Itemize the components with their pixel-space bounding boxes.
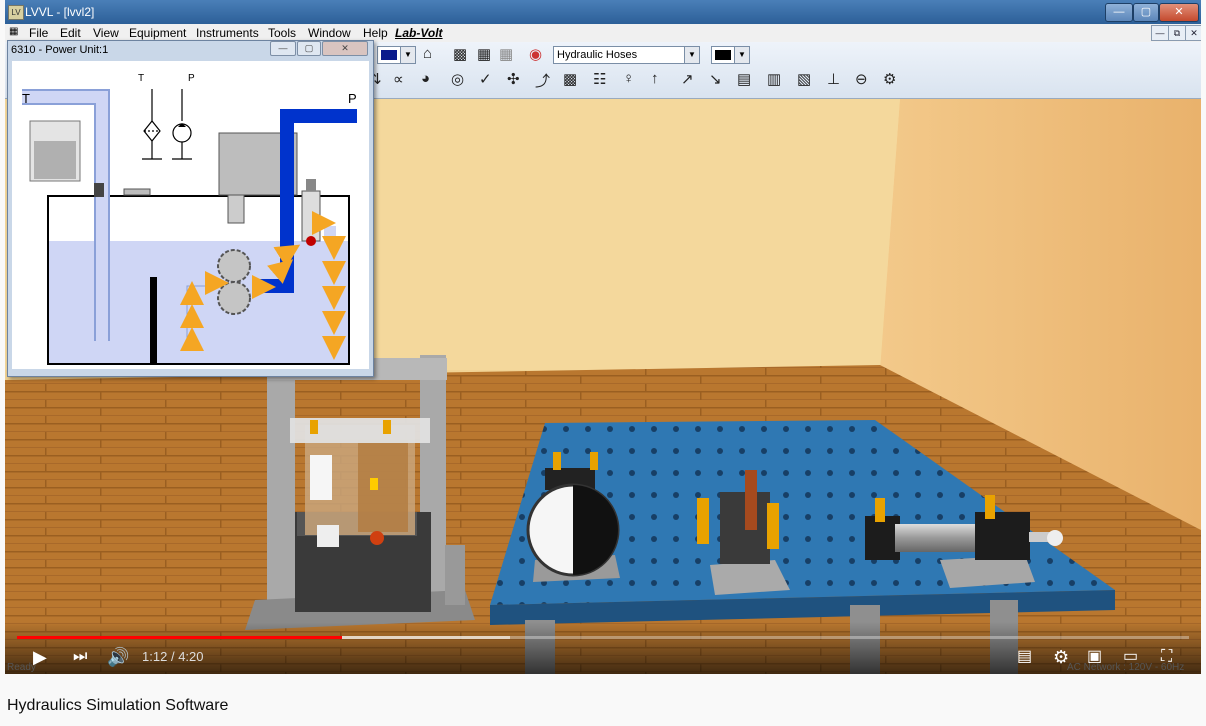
tank-symbol-label: T (138, 73, 145, 84)
check-valve-symbol-icon[interactable]: ⤴ (535, 70, 550, 91)
volume-icon[interactable]: 🔊 (107, 647, 129, 667)
menu-instruments[interactable]: Instruments (196, 26, 259, 40)
fill-color-picker[interactable]: ▼ (377, 46, 416, 64)
manifold-symbol-icon[interactable]: ☷ (593, 70, 606, 88)
person-symbol-icon[interactable]: ♀ (623, 70, 634, 87)
grid-icon[interactable]: ▦ (477, 45, 491, 63)
chevron-down-icon: ▼ (734, 47, 749, 63)
power-unit-diagram: T P T P (12, 61, 369, 369)
app-icon: LV (8, 5, 24, 20)
next-icon[interactable]: ⏭ (73, 647, 87, 667)
filter-symbol-icon[interactable]: ✓ (479, 70, 492, 88)
menu-equipment[interactable]: Equipment (129, 26, 186, 40)
current-time: 1:12 (142, 649, 168, 664)
tank-port-label: T (22, 91, 30, 106)
subtitles-icon[interactable]: ▤ (1017, 647, 1032, 667)
grid-disabled-icon[interactable]: ▦ (499, 45, 513, 63)
chevron-down-icon: ▼ (400, 47, 415, 63)
motor-symbol-icon[interactable]: ∝ (393, 70, 404, 88)
line-color-picker[interactable]: ▼ (711, 46, 750, 64)
close-button[interactable]: ✕ (1159, 3, 1199, 22)
accumulator-symbol-icon[interactable]: ▩ (563, 70, 577, 88)
time-display: 1:12 / 4:20 (142, 649, 204, 664)
power-unit-title: 6310 - Power Unit:1 (11, 44, 109, 56)
component-selector-value: Hydraulic Hoses (557, 49, 638, 61)
monitor-icon[interactable]: ▩ (453, 45, 467, 63)
mdi-close-button[interactable]: ✕ (1185, 25, 1201, 41)
app-title-bar: LV LVVL - [lvvl2] — ▢ ✕ (5, 0, 1201, 24)
menu-file[interactable]: File (29, 26, 48, 40)
tee-symbol-icon[interactable]: ✣ (507, 70, 520, 88)
maximize-button[interactable]: ▢ (1133, 3, 1159, 22)
power-unit-close-button[interactable]: ✕ (322, 41, 368, 56)
flowmeter-symbol-icon[interactable]: ◎ (451, 70, 464, 88)
pressure-port-label: P (348, 91, 357, 106)
power-unit-maximize-button[interactable]: ▢ (297, 41, 321, 56)
ground-symbol-icon[interactable]: ⊥ (827, 70, 840, 88)
fullscreen-icon[interactable]: ⛶ (1161, 647, 1172, 667)
minimize-button[interactable]: — (1105, 3, 1133, 22)
cylinder-symbol-icon[interactable]: ⚙ (883, 70, 896, 88)
power-unit-window[interactable]: 6310 - Power Unit:1 — ▢ ✕ T P T P (7, 40, 374, 377)
video-title: Hydraulics Simulation Software (7, 697, 229, 714)
menu-help[interactable]: Help (363, 26, 388, 40)
power-unit-minimize-button[interactable]: — (270, 41, 296, 56)
settings-gear-icon[interactable]: ⚙ (1053, 647, 1069, 667)
mdi-restore-button[interactable]: ⧉ (1168, 25, 1186, 41)
miniplayer-icon[interactable]: ▣ (1087, 647, 1102, 667)
play-icon[interactable]: ▶ (33, 647, 47, 667)
duration: 4:20 (178, 649, 204, 664)
mdi-minimize-button[interactable]: — (1151, 25, 1169, 41)
app-status-text: Ready (7, 662, 36, 673)
time-separator: / (170, 649, 175, 664)
document-icon[interactable]: ▦ (9, 26, 18, 37)
sequence-valve-symbol-icon[interactable]: ↘ (709, 70, 722, 88)
component-selector[interactable]: Hydraulic Hoses ▼ (553, 46, 700, 64)
directional-valve-2-symbol-icon[interactable]: ▥ (767, 70, 781, 88)
pump-symbol-label: P (188, 73, 195, 84)
lab-volt-logo: Lab-Volt (395, 26, 443, 40)
directional-valve-symbol-icon[interactable]: ▤ (737, 70, 751, 88)
played-bar (17, 636, 342, 639)
theater-mode-icon[interactable]: ▭ (1123, 647, 1138, 667)
app-title: LVVL - [lvvl2] (25, 5, 95, 19)
menu-tools[interactable]: Tools (268, 26, 296, 40)
home-icon[interactable]: ⌂ (423, 45, 432, 62)
video-controls: Ready AC Network : 120V - 60Hz ▶ ⏭ 🔊 1:1… (5, 622, 1201, 674)
relief-valve-symbol-icon[interactable]: ↑ (651, 70, 659, 87)
chevron-down-icon: ▼ (684, 47, 699, 63)
menu-view[interactable]: View (93, 26, 119, 40)
menu-edit[interactable]: Edit (60, 26, 81, 40)
orifice-symbol-icon[interactable]: ⊖ (855, 70, 868, 88)
directional-valve-3-symbol-icon[interactable]: ▧ (797, 70, 811, 88)
gauge-symbol-icon[interactable]: ◕ (421, 70, 430, 87)
video-player[interactable]: LV LVVL - [lvvl2] — ▢ ✕ ▦ File Edit View… (5, 0, 1201, 674)
hydraulic-schematic (22, 89, 357, 365)
menu-window[interactable]: Window (308, 26, 351, 40)
target-icon[interactable]: ◉ (529, 45, 542, 63)
reducing-valve-symbol-icon[interactable]: ↗ (681, 70, 694, 88)
